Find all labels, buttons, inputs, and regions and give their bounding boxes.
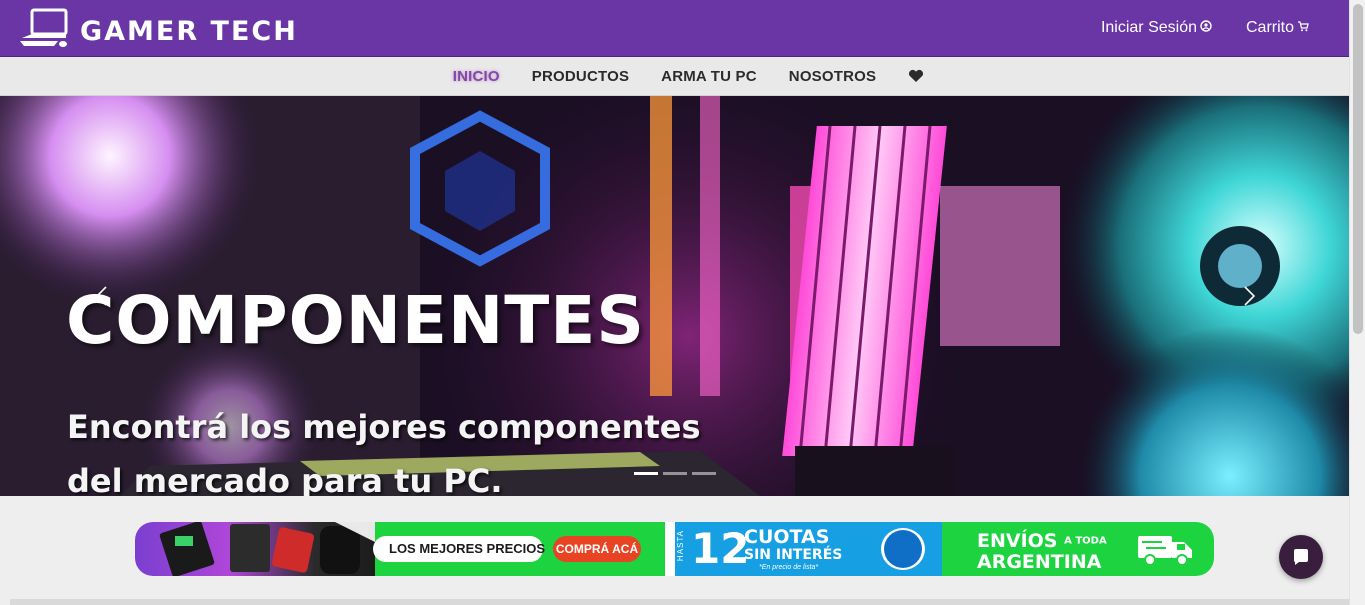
nav-item-nosotros[interactable]: NOSOTROS — [789, 68, 876, 85]
section-divider — [10, 599, 1349, 605]
promo-envios-small: A TODA — [1064, 535, 1107, 547]
nav-item-inicio[interactable]: INICIO — [453, 68, 500, 85]
carousel-indicator-2[interactable] — [663, 472, 687, 475]
scrollbar-thumb[interactable] — [1353, 4, 1363, 334]
promo-cuotas-text: CUOTAS SIN INTERÉS — [744, 528, 842, 564]
promo-best-prices: LOS MEJORES PRECIOS — [389, 541, 546, 556]
hero-carousel: COMPONENTES Encontrá los mejores compone… — [0, 96, 1349, 496]
promo-products-image — [135, 522, 375, 576]
promo-envios-line1: ENVÍOS — [977, 530, 1058, 552]
promo-envios-text: ENVÍOS A TODA ARGENTINA — [977, 531, 1107, 572]
carousel-indicator-1[interactable] — [634, 472, 658, 475]
cart-icon — [1297, 19, 1309, 37]
nav-item-productos[interactable]: PRODUCTOS — [532, 68, 629, 85]
slide-subtitle: Encontrá los mejores componentes del mer… — [67, 408, 701, 496]
promo-banner[interactable]: LOS MEJORES PRECIOS COMPRÁ ACÁ HASTA 12 … — [135, 522, 1214, 576]
carousel-next-button[interactable] — [1233, 281, 1263, 311]
nav-item-arma-tu-pc[interactable]: ARMA TU PC — [661, 68, 757, 85]
user-circle-icon — [1200, 19, 1212, 37]
account-links: Iniciar Sesión Carrito — [1101, 19, 1309, 37]
top-header: GAMER TECH Iniciar Sesión Carrito — [0, 0, 1349, 57]
promo-cuotas-number: 12 — [691, 524, 750, 573]
chat-button[interactable] — [1279, 535, 1323, 579]
page: GAMER TECH Iniciar Sesión Carrito INICIO… — [0, 0, 1349, 605]
login-label: Iniciar Sesión — [1100, 19, 1197, 36]
promo-buy-button[interactable]: COMPRÁ ACÁ — [553, 536, 641, 562]
brand-name: GAMER TECH — [80, 16, 298, 47]
promo-badge-inner — [884, 530, 922, 568]
promo-cuotas-note: *En precio de lista* — [759, 564, 819, 571]
carousel-indicators — [634, 472, 716, 475]
truck-icon — [1138, 536, 1192, 566]
chat-bubble-icon — [1294, 549, 1308, 565]
page-scrollbar[interactable] — [1349, 0, 1365, 605]
main-nav: INICIO PRODUCTOS ARMA TU PC NOSOTROS — [0, 57, 1349, 96]
cart-label: Carrito — [1245, 19, 1294, 36]
heart-icon — [908, 69, 924, 83]
promo-cuotas-line1: CUOTAS — [744, 526, 830, 548]
carousel-prev-button[interactable] — [88, 281, 118, 311]
chevron-left-icon — [95, 286, 107, 306]
promo-bank-badge — [878, 525, 928, 573]
brand[interactable]: GAMER TECH — [18, 8, 298, 55]
favorites-link[interactable] — [908, 69, 924, 83]
cart-link[interactable]: Carrito — [1246, 19, 1309, 37]
promo-envios-line2: ARGENTINA — [977, 550, 1102, 573]
login-link[interactable]: Iniciar Sesión — [1101, 19, 1212, 37]
promo-cuotas-line2: SIN INTERÉS — [744, 547, 843, 563]
chevron-right-icon — [1244, 286, 1256, 306]
promo-hasta: HASTA — [676, 530, 685, 562]
computer-icon — [18, 8, 70, 55]
carousel-indicator-3[interactable] — [692, 472, 716, 475]
slide-title: COMPONENTES — [66, 282, 645, 359]
